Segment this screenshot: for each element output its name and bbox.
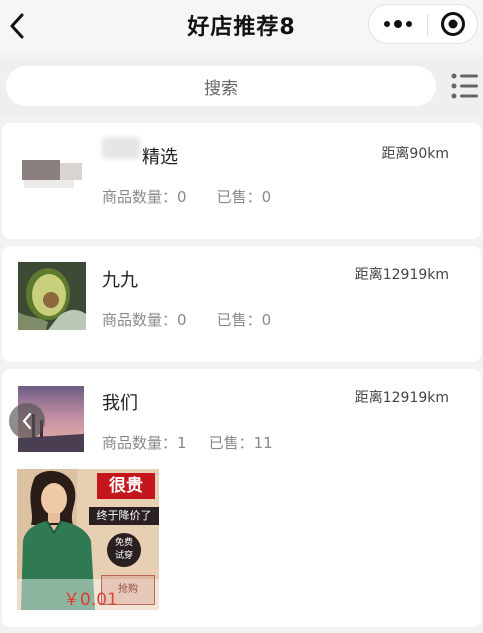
goods-count-label: 商品数量： xyxy=(102,188,178,206)
shop-distance: 距离12919km xyxy=(354,267,449,283)
promo-banner: 很贵 xyxy=(97,473,155,499)
goods-count-label: 商品数量： xyxy=(102,434,178,452)
sold-count: 0 xyxy=(261,188,272,206)
mini-program-capsule xyxy=(368,4,478,44)
shop-name: 精选 xyxy=(142,147,178,168)
shop-distance: 距离12919km xyxy=(354,390,449,406)
goods-count: 0 xyxy=(177,311,187,329)
more-dots-icon xyxy=(384,20,412,28)
mini-close-icon xyxy=(441,12,465,36)
more-button[interactable] xyxy=(369,5,427,43)
shop-distance: 距离90km xyxy=(381,146,449,162)
floating-back-button[interactable] xyxy=(9,403,45,439)
shop-name: 九九 xyxy=(102,270,138,291)
shop-card[interactable]: 九九 距离12919km 商品数量：0 已售：0 xyxy=(2,246,481,362)
sold-count-label: 已售： xyxy=(216,188,262,206)
buy-button[interactable]: 抢购 xyxy=(101,575,155,605)
blurred-name-prefix xyxy=(102,137,140,159)
shop-name: 我们 xyxy=(102,393,138,414)
shop-stats: 商品数量：0 已售：0 xyxy=(102,309,271,330)
promo-badge: 免费 试穿 xyxy=(107,533,141,567)
product-card[interactable]: 很贵 终于降价了 免费 试穿 ￥0.01 抢购 xyxy=(17,469,159,610)
sold-count-label: 已售： xyxy=(216,311,262,329)
promo-subtitle: 终于降价了 xyxy=(89,507,159,525)
shop-stats: 商品数量：1 已售：11 xyxy=(102,432,273,453)
goods-count: 1 xyxy=(177,434,187,452)
shop-card[interactable]: 精选 距离90km 商品数量：0 已售：0 xyxy=(2,123,481,239)
goods-count: 0 xyxy=(177,188,187,206)
promo-badge-line2: 试穿 xyxy=(114,551,133,561)
search-bar: 搜索 xyxy=(0,58,483,114)
sold-count-label: 已售： xyxy=(208,434,254,452)
shop-thumbnail xyxy=(18,149,86,217)
promo-badge-line1: 免费 xyxy=(114,538,133,548)
sold-count: 0 xyxy=(261,311,272,329)
search-placeholder: 搜索 xyxy=(204,78,238,99)
list-menu-button[interactable] xyxy=(450,72,480,100)
goods-count-label: 商品数量： xyxy=(102,311,178,329)
shop-stats: 商品数量：0 已售：0 xyxy=(102,186,271,207)
close-button[interactable] xyxy=(429,5,477,43)
nav-bar: 好店推荐8 xyxy=(0,0,483,52)
capsule-divider xyxy=(427,14,428,36)
sold-count: 11 xyxy=(253,434,273,452)
chevron-left-icon xyxy=(22,412,32,430)
list-menu-icon xyxy=(451,73,478,99)
search-input[interactable]: 搜索 xyxy=(6,66,436,106)
shop-thumbnail xyxy=(18,262,86,330)
